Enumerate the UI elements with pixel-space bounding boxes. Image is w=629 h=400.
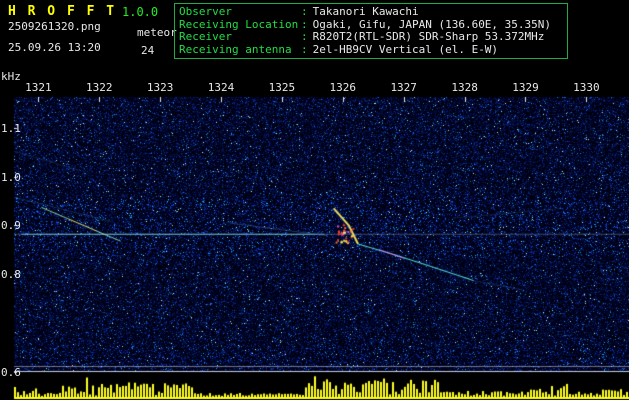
info-separator: :	[301, 42, 308, 56]
hrofft-screen: H R O F F T 1.0.0 2509261320.png meteor …	[0, 0, 629, 400]
info-value: Takanori Kawachi	[312, 5, 419, 18]
info-row-antenna: Receiving antenna:2el-HB9CV Vertical (el…	[179, 42, 563, 56]
datetime-label: 25.09.26 13:20	[8, 41, 101, 54]
info-row-observer: Observer: Takanori Kawachi	[179, 6, 563, 18]
info-value: 2el-HB9CV Vertical (el. E-W)	[312, 42, 499, 56]
app-title: H R O F F T	[8, 4, 117, 19]
info-separator: :	[301, 17, 308, 31]
info-row-location: Receiving Location: Ogaki, Gifu, JAPAN (1…	[179, 17, 563, 31]
info-label: Receiver	[179, 30, 232, 44]
info-value: R820T2(RTL-SDR) SDR-Sharp 53.372MHz	[312, 30, 545, 44]
info-label: Observer	[179, 5, 232, 18]
info-row-receiver: Receiver: R820T2(RTL-SDR) SDR-Sharp 53.37…	[179, 31, 563, 43]
info-value: Ogaki, Gifu, JAPAN (136.60E, 35.35N)	[312, 17, 552, 31]
output-filename: 2509261320.png	[8, 20, 101, 33]
echo-count: 24	[141, 44, 155, 57]
info-separator: :	[301, 30, 308, 44]
mode-label: meteor	[137, 26, 177, 39]
app-version: 1.0.0	[122, 5, 159, 19]
info-separator: :	[301, 5, 308, 18]
spectrogram-canvas	[0, 0, 629, 400]
info-label: Receiving Location	[179, 17, 299, 31]
observer-info-box: Observer: Takanori Kawachi Receiving Loca…	[174, 3, 568, 59]
info-label: Receiving antenna	[179, 42, 292, 56]
